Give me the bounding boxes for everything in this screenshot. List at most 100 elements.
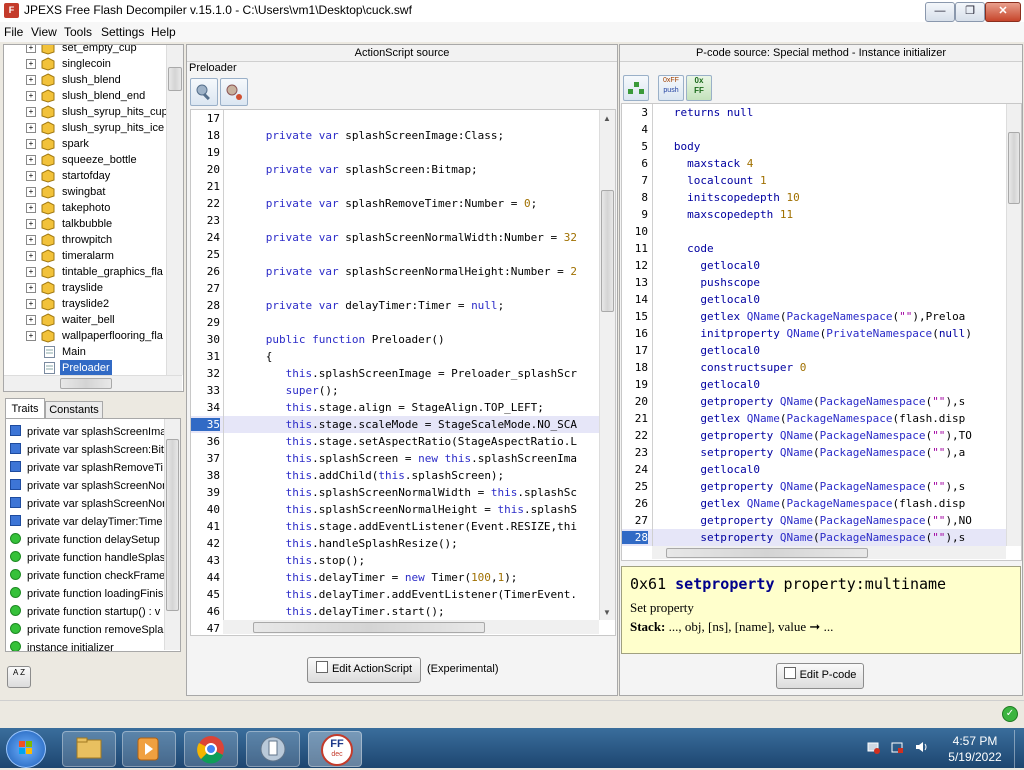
trait-item[interactable]: private function delaySetup: [6, 531, 164, 549]
code-line[interactable]: 42 this.handleSplashResize();: [191, 535, 599, 552]
tree-item[interactable]: Preloader: [4, 360, 166, 376]
tree-scroll-thumb[interactable]: [168, 67, 182, 91]
trait-item[interactable]: private function startup() : v: [6, 603, 164, 621]
menu-view[interactable]: View: [31, 25, 57, 39]
code-line[interactable]: 22 private var splashRemoveTimer:Number …: [191, 195, 599, 212]
expand-icon[interactable]: +: [26, 187, 36, 197]
trait-item[interactable]: private function removeSpla: [6, 621, 164, 639]
code-line[interactable]: 13 pushscope: [622, 274, 1006, 291]
trait-item[interactable]: private var splashScreen:Bit: [6, 441, 164, 459]
taskbar-installer[interactable]: [246, 731, 300, 767]
code-line[interactable]: 40 this.splashScreenNormalHeight = this.…: [191, 501, 599, 518]
trait-item[interactable]: private var splashScreenIma: [6, 423, 164, 441]
clock[interactable]: 4:57 PM 5/19/2022: [940, 733, 1010, 765]
code-line[interactable]: 25: [191, 246, 599, 263]
as-hscroll-thumb[interactable]: [253, 622, 485, 633]
graph-button[interactable]: [623, 75, 649, 101]
tree-item[interactable]: + spark: [4, 136, 166, 152]
code-line[interactable]: 22 getproperty QName(PackageNamespace(""…: [622, 427, 1006, 444]
taskbar-chrome[interactable]: [184, 731, 238, 767]
tree-item[interactable]: + waiter_bell: [4, 312, 166, 328]
trait-item[interactable]: private var splashScreenNor: [6, 477, 164, 495]
action-center-icon[interactable]: [890, 740, 904, 754]
code-line[interactable]: 27 getproperty QName(PackageNamespace(""…: [622, 512, 1006, 529]
tree-item[interactable]: + talkbubble: [4, 216, 166, 232]
code-line[interactable]: 37 this.splashScreen = new this.splashSc…: [191, 450, 599, 467]
code-line[interactable]: 26 getlex QName(PackageNamespace(flash.d…: [622, 495, 1006, 512]
expand-icon[interactable]: +: [26, 139, 36, 149]
sort-traits-button[interactable]: A Z: [7, 666, 31, 688]
actionscript-editor[interactable]: 17 18 private var splashScreenImage:Class…: [190, 109, 616, 636]
code-line[interactable]: 34 this.stage.align = StageAlign.TOP_LEF…: [191, 399, 599, 416]
taskbar-ffdec[interactable]: FF dec: [308, 731, 362, 767]
menu-settings[interactable]: Settings: [101, 25, 144, 39]
code-line[interactable]: 10: [622, 223, 1006, 240]
code-line[interactable]: 11 code: [622, 240, 1006, 257]
expand-icon[interactable]: +: [26, 235, 36, 245]
tree-item[interactable]: + trayslide: [4, 280, 166, 296]
tree-item[interactable]: + timeralarm: [4, 248, 166, 264]
code-line[interactable]: 3 returns null: [622, 104, 1006, 121]
close-button[interactable]: ✕: [985, 2, 1021, 22]
code-line[interactable]: 16 initproperty QName(PrivateNamespace(n…: [622, 325, 1006, 342]
expand-icon[interactable]: +: [26, 203, 36, 213]
code-line[interactable]: 24 getlocal0: [622, 461, 1006, 478]
trait-item[interactable]: private function checkFrame: [6, 567, 164, 585]
pcode-scroll-thumb[interactable]: [1008, 132, 1020, 204]
expand-icon[interactable]: +: [26, 171, 36, 181]
code-line[interactable]: 45 this.delayTimer.addEventListener(Time…: [191, 586, 599, 603]
code-line[interactable]: 33 super();: [191, 382, 599, 399]
tree-scrollbar[interactable]: [166, 45, 183, 375]
tree-item[interactable]: + slush_blend: [4, 72, 166, 88]
expand-icon[interactable]: +: [26, 45, 36, 53]
expand-icon[interactable]: +: [26, 315, 36, 325]
pcode-editor[interactable]: 3 returns null 4 5 body 6 maxstack 47 local…: [621, 103, 1022, 561]
expand-icon[interactable]: +: [26, 283, 36, 293]
code-line[interactable]: 30 public function Preloader(): [191, 331, 599, 348]
code-line[interactable]: 23 setproperty QName(PackageNamespace(""…: [622, 444, 1006, 461]
code-line[interactable]: 41 this.stage.addEventListener(Event.RES…: [191, 518, 599, 535]
code-line[interactable]: 18 private var splashScreenImage:Class;: [191, 127, 599, 144]
code-line[interactable]: 8 initscopedepth 10: [622, 189, 1006, 206]
edit-actionscript-button[interactable]: Edit ActionScript: [307, 657, 421, 683]
maximize-button[interactable]: ❐: [955, 2, 985, 22]
code-line[interactable]: 12 getlocal0: [622, 257, 1006, 274]
trait-item[interactable]: private function loadingFinis: [6, 585, 164, 603]
code-line[interactable]: 36 this.stage.setAspectRatio(StageAspect…: [191, 433, 599, 450]
tree-item[interactable]: + startofday: [4, 168, 166, 184]
hex-view-button[interactable]: 0x FF: [686, 75, 712, 101]
tree-item[interactable]: + slush_blend_end: [4, 88, 166, 104]
debug-button[interactable]: [220, 78, 248, 106]
code-line[interactable]: 23: [191, 212, 599, 229]
taskbar-explorer[interactable]: [62, 731, 116, 767]
code-line[interactable]: 20 private var splashScreen:Bitmap;: [191, 161, 599, 178]
edit-pcode-button[interactable]: Edit P-code: [776, 663, 864, 689]
expand-icon[interactable]: +: [26, 75, 36, 85]
expand-icon[interactable]: +: [26, 59, 36, 69]
code-line[interactable]: 9 maxscopedepth 11: [622, 206, 1006, 223]
pcode-hscroll-thumb[interactable]: [666, 548, 868, 558]
hex-push-button[interactable]: 0xFF push: [658, 75, 684, 101]
traits-scroll-thumb[interactable]: [166, 439, 179, 611]
trait-item[interactable]: private var delayTimer:Time: [6, 513, 164, 531]
code-line[interactable]: 44 this.delayTimer = new Timer(100,1);: [191, 569, 599, 586]
menu-file[interactable]: File: [4, 25, 23, 39]
code-line[interactable]: 39 this.splashScreenNormalWidth = this.s…: [191, 484, 599, 501]
tree-hscroll-thumb[interactable]: [60, 378, 112, 389]
trait-item[interactable]: private function handleSplas: [6, 549, 164, 567]
expand-icon[interactable]: +: [26, 219, 36, 229]
code-line[interactable]: 15 getlex QName(PackageNamespace(""),Pre…: [622, 308, 1006, 325]
code-line[interactable]: 4: [622, 121, 1006, 138]
pcode-vscrollbar[interactable]: [1006, 104, 1021, 546]
expand-icon[interactable]: +: [26, 267, 36, 277]
expand-icon[interactable]: +: [26, 299, 36, 309]
taskbar-media-player[interactable]: [122, 731, 176, 767]
code-line[interactable]: 7 localcount 1: [622, 172, 1006, 189]
code-line[interactable]: 26 private var splashScreenNormalHeight:…: [191, 263, 599, 280]
as-scroll-thumb[interactable]: [601, 190, 614, 312]
code-line[interactable]: 20 getproperty QName(PackageNamespace(""…: [622, 393, 1006, 410]
scroll-down-icon[interactable]: ▼: [603, 608, 611, 617]
tree-item[interactable]: + takephoto: [4, 200, 166, 216]
pcode-hscrollbar[interactable]: [652, 546, 1006, 559]
as-vscrollbar[interactable]: ▲ ▼: [599, 110, 615, 620]
